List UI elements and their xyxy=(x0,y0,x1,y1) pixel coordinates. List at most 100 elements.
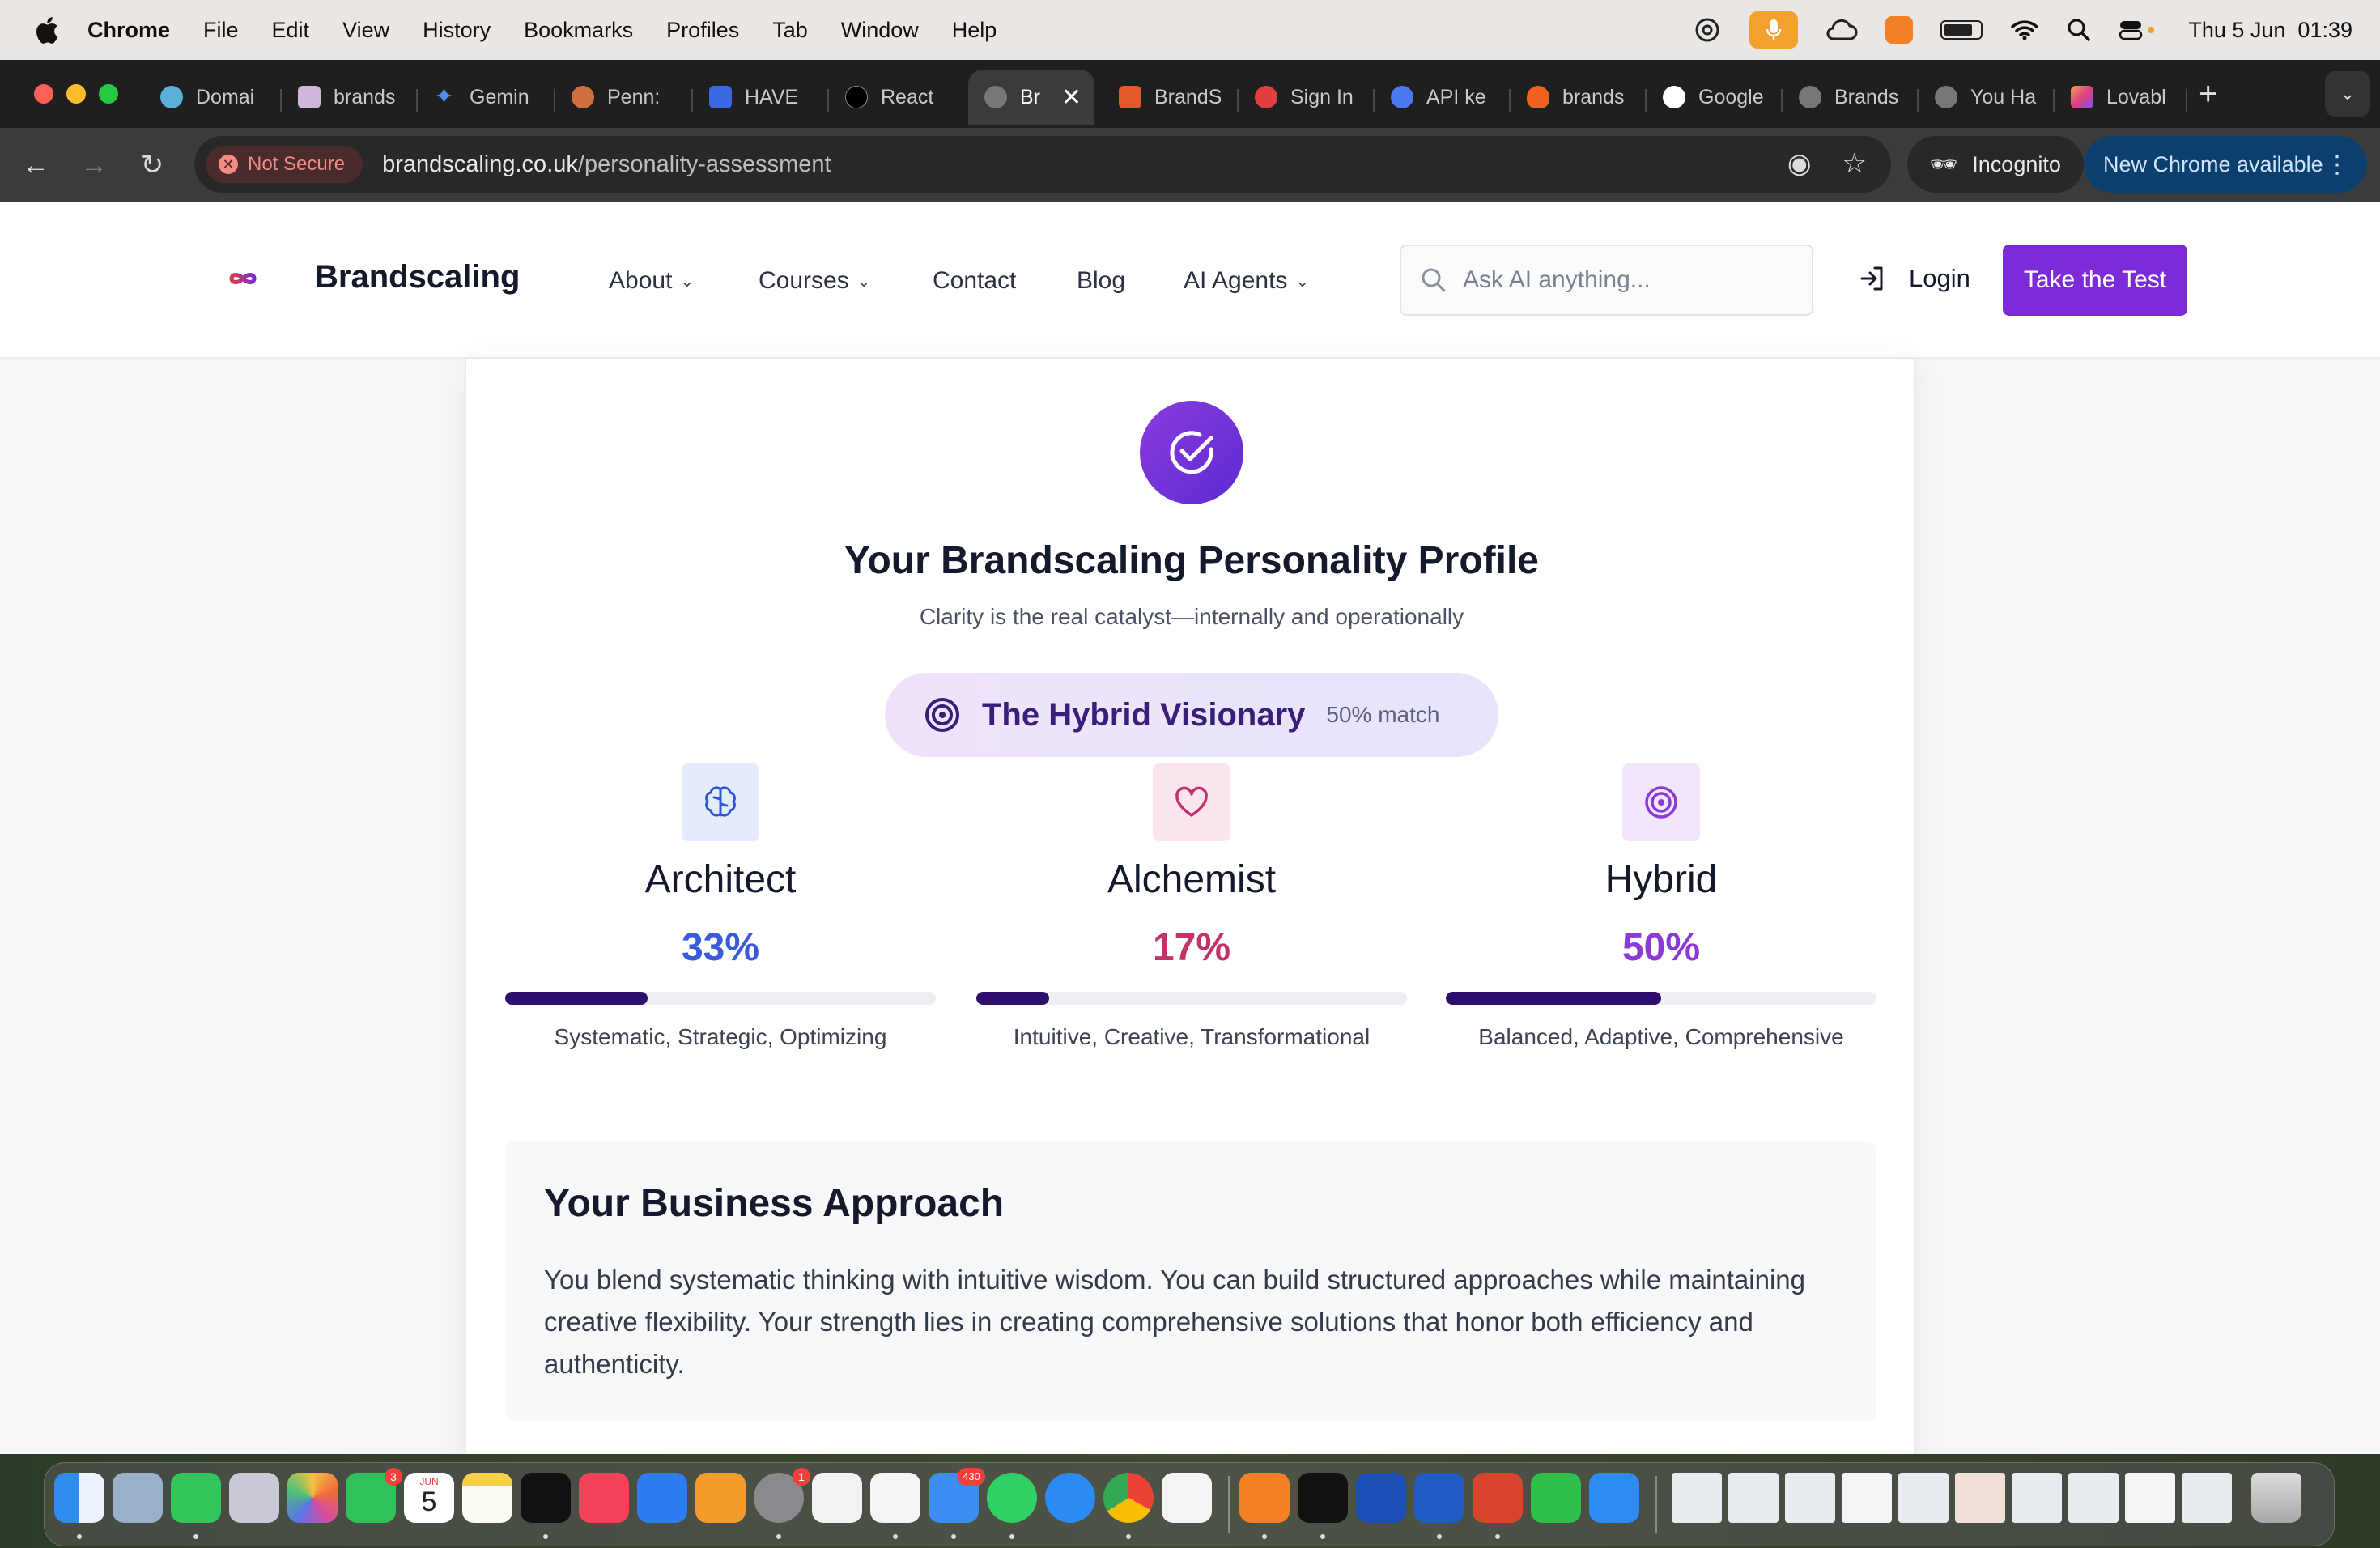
calendar-icon[interactable]: JUN 5 xyxy=(404,1473,454,1523)
tab-active-brandscaling[interactable]: Br ✕ xyxy=(968,70,1094,125)
tab-brands-globe[interactable]: Brands xyxy=(1799,70,1901,125)
tab-sign-in[interactable]: Sign In xyxy=(1255,70,1357,125)
eye-icon[interactable]: ◉ xyxy=(1787,147,1812,180)
tab-search-chevron-icon[interactable]: ⌄ xyxy=(2325,71,2370,117)
audio-app-icon[interactable] xyxy=(1298,1473,1348,1523)
bookmark-star-icon[interactable]: ☆ xyxy=(1842,147,1867,180)
url-text[interactable]: brandscaling.co.uk/personality-assessmen… xyxy=(382,151,831,178)
powerpoint-icon[interactable] xyxy=(1473,1473,1523,1523)
tab-brands-1[interactable]: brands xyxy=(298,70,400,125)
menu-tab[interactable]: Tab xyxy=(772,18,808,43)
ask-ai-input[interactable] xyxy=(1463,266,1787,294)
keynote-icon[interactable] xyxy=(637,1473,687,1523)
not-secure-badge[interactable]: ✕ Not Secure xyxy=(206,146,363,183)
notes-icon[interactable] xyxy=(462,1473,512,1523)
menu-help[interactable]: Help xyxy=(952,18,997,43)
incognito-badge[interactable]: 🕶 Incognito xyxy=(1907,136,2084,193)
forward-arrow-icon[interactable]: → xyxy=(74,146,113,185)
messages-icon[interactable] xyxy=(171,1473,221,1523)
tab-brands-fire[interactable]: brands xyxy=(1527,70,1629,125)
preview-icon[interactable] xyxy=(113,1473,163,1523)
nav-blog[interactable]: Blog xyxy=(1077,267,1125,295)
chatgpt-status-icon[interactable] xyxy=(1693,15,1722,45)
minimized-window-thumbnail[interactable] xyxy=(2068,1473,2119,1523)
minimized-window-thumbnail[interactable] xyxy=(1785,1473,1835,1523)
take-the-test-button[interactable]: Take the Test xyxy=(2003,245,2187,316)
minimize-window-button[interactable] xyxy=(66,84,86,104)
minimized-window-thumbnail[interactable] xyxy=(2012,1473,2062,1523)
brand-name[interactable]: Brandscaling xyxy=(315,259,520,296)
nav-courses[interactable]: Courses ⌄ xyxy=(759,267,870,295)
menu-profiles[interactable]: Profiles xyxy=(666,18,739,43)
tab-gemini[interactable]: ✦ Gemin xyxy=(434,70,536,125)
apple-tv-icon[interactable] xyxy=(521,1473,571,1523)
menu-view[interactable]: View xyxy=(342,18,389,43)
trash-icon[interactable] xyxy=(2251,1473,2301,1523)
menu-bookmarks[interactable]: Bookmarks xyxy=(524,18,633,43)
sublime-icon[interactable] xyxy=(1885,16,1914,44)
pages-icon[interactable] xyxy=(695,1473,746,1523)
ask-ai-search-box[interactable] xyxy=(1400,245,1813,316)
tab-you-have[interactable]: You Ha xyxy=(1935,70,2037,125)
chatgpt-icon[interactable] xyxy=(870,1473,920,1523)
app-store-icon[interactable] xyxy=(1589,1473,1639,1523)
battery-icon[interactable] xyxy=(1940,20,1983,40)
new-tab-icon[interactable]: + xyxy=(2199,76,2217,113)
menu-window[interactable]: Window xyxy=(841,18,919,43)
back-arrow-icon[interactable]: ← xyxy=(16,146,55,185)
tab-have[interactable]: HAVE xyxy=(709,70,811,125)
bitwarden-icon[interactable] xyxy=(1356,1473,1406,1523)
minimized-window-thumbnail[interactable] xyxy=(1672,1473,1722,1523)
wifi-icon[interactable] xyxy=(2010,19,2039,41)
tab-brandscaling-2[interactable]: BrandS xyxy=(1119,70,1221,125)
launchpad-icon[interactable] xyxy=(229,1473,279,1523)
cloud-sync-icon[interactable] xyxy=(1825,16,1858,44)
whatsapp-icon[interactable] xyxy=(987,1473,1037,1523)
menu-app-name[interactable]: Chrome xyxy=(87,18,170,43)
zoom-window-button[interactable] xyxy=(99,84,118,104)
minimized-window-thumbnail[interactable] xyxy=(1842,1473,1892,1523)
tab-api-keys[interactable]: API ke xyxy=(1391,70,1493,125)
menubar-clock[interactable]: Thu 5 Jun 01:39 xyxy=(2188,18,2352,43)
music-icon[interactable] xyxy=(579,1473,629,1523)
sublime-text-icon[interactable] xyxy=(1239,1473,1290,1523)
tab-google[interactable]: Google xyxy=(1663,70,1765,125)
minimized-window-thumbnail[interactable] xyxy=(1898,1473,1949,1523)
raycast-icon[interactable] xyxy=(812,1473,862,1523)
minimized-window-thumbnail[interactable] xyxy=(2182,1473,2232,1523)
microphone-icon[interactable] xyxy=(1749,11,1799,49)
reload-icon[interactable]: ↻ xyxy=(133,146,172,185)
photos-icon[interactable] xyxy=(287,1473,338,1523)
minimized-window-thumbnail[interactable] xyxy=(2125,1473,2175,1523)
nav-ai-agents[interactable]: AI Agents ⌄ xyxy=(1184,267,1309,295)
nav-about[interactable]: About ⌄ xyxy=(609,267,694,295)
apple-icon[interactable] xyxy=(32,15,60,45)
finder-icon[interactable] xyxy=(54,1473,104,1523)
address-bar[interactable]: ✕ Not Secure brandscaling.co.uk/personali… xyxy=(194,136,1891,193)
tab-label: Domai xyxy=(196,85,255,108)
nav-contact[interactable]: Contact xyxy=(933,267,1016,295)
chrome-icon[interactable] xyxy=(1103,1473,1154,1523)
upwork-icon xyxy=(845,86,868,108)
minimized-window-thumbnail[interactable] xyxy=(1955,1473,2005,1523)
tab-react[interactable]: React xyxy=(845,70,947,125)
tab-lovable[interactable]: Lovabl xyxy=(2071,70,2173,125)
numbers-icon[interactable] xyxy=(1531,1473,1581,1523)
brandscaling-logo-icon[interactable] xyxy=(220,262,266,295)
minimized-window-thumbnail[interactable] xyxy=(1728,1473,1779,1523)
safari-icon[interactable] xyxy=(1045,1473,1095,1523)
word-icon[interactable] xyxy=(1414,1473,1464,1523)
airmail-icon[interactable] xyxy=(1162,1473,1212,1523)
control-center-icon[interactable] xyxy=(2119,18,2161,42)
menu-file[interactable]: File xyxy=(203,18,239,43)
close-window-button[interactable] xyxy=(34,84,53,104)
kebab-menu-icon[interactable]: ⋮ xyxy=(2325,151,2349,179)
tab-penn[interactable]: Penn: xyxy=(572,70,674,125)
spotlight-search-icon[interactable] xyxy=(2067,18,2091,42)
close-tab-icon[interactable]: ✕ xyxy=(1061,83,1082,112)
new-chrome-available-button[interactable]: New Chrome available ⋮ xyxy=(2084,136,2367,193)
menu-history[interactable]: History xyxy=(423,18,491,43)
menu-edit[interactable]: Edit xyxy=(272,18,310,43)
tab-domain[interactable]: Domai xyxy=(160,70,262,125)
login-button[interactable]: Login xyxy=(1859,264,1970,293)
